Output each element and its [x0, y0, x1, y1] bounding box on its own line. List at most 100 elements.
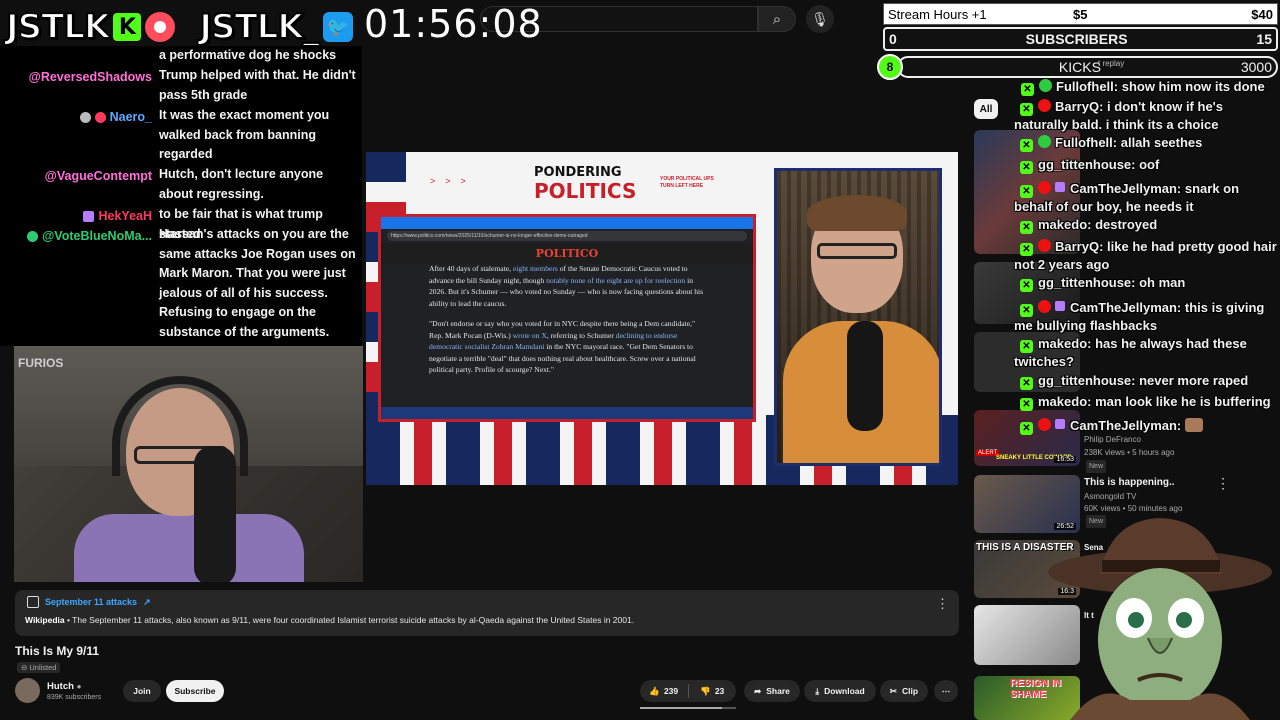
badge-icon [1038, 99, 1051, 112]
chat-text: It was the exact moment you walked back … [159, 108, 330, 161]
kick-badge-icon: ✕ [1020, 398, 1033, 411]
kick-badge-icon: ✕ [1020, 139, 1033, 152]
chat-username[interactable]: gg_tittenhouse: [1038, 275, 1136, 290]
stream-clock: 01:56:08 [364, 2, 543, 46]
chat-username[interactable]: makedo: [1038, 394, 1091, 409]
subs-goal: 15 [1256, 31, 1272, 47]
channel-name[interactable]: Hutch ● [47, 681, 81, 692]
badge-icon [79, 112, 91, 124]
chat-message: ✕ CamTheJellyman: this is giving me bully… [1014, 299, 1280, 334]
more-options-icon[interactable]: ⋮ [936, 596, 949, 612]
like-button[interactable]: 👍 239 [640, 686, 688, 697]
download-icon: ⤓ [815, 685, 820, 696]
article-link: wrote on X [512, 330, 547, 340]
chat-username[interactable]: CamTheJellyman: [1070, 418, 1181, 433]
info-panel-header[interactable]: September 11 attacks ↗ [27, 596, 151, 608]
kicks-label: KICKS [1058, 59, 1101, 75]
kick-badge-icon: ✕ [1020, 279, 1033, 292]
kicks-current: 8 [877, 54, 903, 80]
kicks-goal-value: 3000 [1240, 59, 1272, 75]
like-count: 239 [663, 686, 679, 696]
chat-text: Hutch, don't lecture anyone about regres… [159, 167, 324, 201]
chat-username[interactable]: makedo: [1038, 217, 1091, 232]
chat-username[interactable]: @ReversedShadows [29, 70, 152, 84]
mic-icon: 🎙 [811, 10, 829, 27]
filter-chip-all[interactable]: All [974, 99, 998, 119]
rec-title[interactable]: This is happening.. [1084, 477, 1214, 489]
goal-right-price: $40 [1251, 6, 1273, 22]
brand-logo-text: JSTLK [5, 6, 111, 48]
chat-text: oh man [1135, 275, 1186, 290]
article-link: eight members [512, 264, 558, 273]
dislike-count: 23 [714, 686, 725, 696]
detective-mascot-icon [1048, 518, 1272, 720]
chat-username[interactable]: gg_tittenhouse: [1038, 157, 1136, 172]
kick-badge-icon: ✕ [1020, 422, 1033, 435]
visibility-badge: ⊖ Unlisted [17, 662, 61, 673]
chat-username[interactable]: BarryQ: [1055, 239, 1103, 254]
external-link-icon[interactable]: ↗ [143, 597, 151, 608]
chat-username[interactable]: Fullofhell: [1055, 135, 1117, 150]
left-chat-panel: a performative dog he shocks @ReversedSh… [0, 46, 362, 346]
chat-username[interactable]: makedo: [1038, 336, 1091, 351]
video-player[interactable]: >>> PONDERING POLITICS YOUR POLITICAL UP… [366, 152, 958, 485]
like-dislike-group: 👍 239 👎 23 [640, 680, 736, 702]
more-actions-button[interactable]: ⋯ [934, 680, 958, 702]
search-button[interactable]: ⌕ [758, 6, 796, 32]
chat-message: ✕ gg_tittenhouse: oh man [1014, 274, 1280, 292]
document-icon [27, 596, 39, 608]
download-button[interactable]: ⤓ Download [804, 680, 876, 702]
chat-message: ✕ BarryQ: i don't know if he's naturally … [1014, 98, 1280, 133]
chat-username[interactable]: Fullofhell: [1056, 79, 1118, 94]
guest-webcam [774, 168, 942, 466]
browser-url: https://www.politico.com/news/2025/11/10… [387, 231, 747, 241]
kicks-bar: KICKS 3000 [897, 56, 1278, 78]
badge-icon [27, 231, 39, 243]
chat-replay-hint: t replay [1098, 59, 1125, 68]
chat-username[interactable]: @VagueContempt [45, 169, 152, 183]
chat-username[interactable]: @VoteBlueNoMa... [42, 229, 152, 243]
chat-username[interactable]: Naero_ [110, 110, 152, 124]
subscribe-button[interactable]: Subscribe [166, 680, 224, 702]
clip-button[interactable]: ✂ Clip [880, 680, 928, 702]
chat-text: man look like he is buffering [1091, 394, 1271, 409]
chat-username[interactable]: CamTheJellyman: [1070, 181, 1181, 196]
thumbs-down-icon: 👎 [700, 685, 711, 696]
chat-message: ✕ gg_tittenhouse: oof [1014, 156, 1280, 174]
share-icon: ➦ [754, 685, 762, 696]
chat-username[interactable]: gg_tittenhouse: [1038, 373, 1136, 388]
rec-channel[interactable]: Asmongold TV [1084, 491, 1214, 502]
chat-message: ✕ BarryQ: like he had pretty good hair no… [1014, 238, 1280, 273]
info-panel-body: Wikipedia • The September 11 attacks, al… [25, 615, 634, 625]
new-badge: New [1086, 460, 1107, 473]
channel-avatar[interactable] [15, 678, 40, 703]
chat-text: Trump helped with that. He didn't pass 5… [159, 68, 356, 102]
dislike-button[interactable]: 👎 23 [689, 686, 737, 697]
more-options-icon[interactable]: ⋮ [1216, 475, 1230, 492]
rec-meta: 238K views • 5 hours ago [1084, 448, 1175, 457]
webcam-overlay-text: FURIOS [18, 356, 64, 370]
chat-username[interactable]: CamTheJellyman: [1070, 300, 1181, 315]
chat-text: never more raped [1135, 373, 1249, 388]
chat-message: ✕ makedo: has he always had these twitche… [1014, 335, 1280, 370]
article-body: After 40 days of stalemate, eight member… [429, 263, 709, 385]
kick-badge-icon: ✕ [1020, 377, 1033, 390]
join-button[interactable]: Join [123, 680, 161, 702]
kick-logo-icon: K [113, 13, 142, 41]
voice-search-button[interactable]: 🎙 [806, 5, 834, 33]
thumbs-up-icon: 👍 [649, 685, 660, 696]
chat-message: ✕ makedo: man look like he is buffering [1014, 393, 1280, 411]
info-panel-title[interactable]: September 11 attacks [45, 597, 137, 607]
video-duration: 16:53 [1054, 456, 1076, 463]
chat-username[interactable]: HekYeaH [98, 209, 152, 223]
chevron-right-icon: >>> [430, 176, 476, 186]
article-link: notably none of the eight are up for ree… [546, 275, 686, 285]
share-button[interactable]: ➦ Share [744, 680, 800, 702]
chat-username[interactable]: BarryQ: [1055, 99, 1103, 114]
article-text: , referring to Schumer [546, 330, 616, 340]
brand-logo-text-2: JSTLK_ [198, 6, 320, 48]
kick-badge-icon: ✕ [1020, 103, 1033, 116]
channel-name-text[interactable]: Hutch [47, 681, 74, 692]
host-webcam: FURIOS [14, 346, 363, 582]
badge-icon [1038, 135, 1051, 148]
